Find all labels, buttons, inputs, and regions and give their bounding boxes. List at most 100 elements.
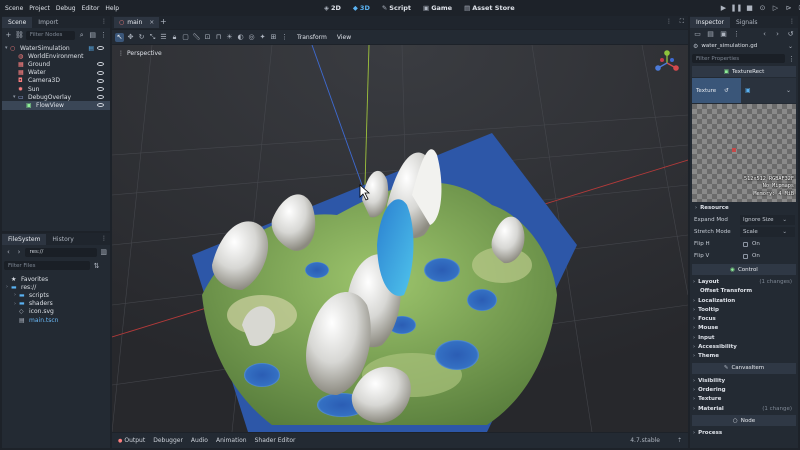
resource-section[interactable]: › Resource xyxy=(692,203,796,212)
tab-filesystem[interactable]: FileSystem xyxy=(2,233,47,245)
more-icon[interactable]: ⋮ xyxy=(280,33,289,42)
local-space-icon[interactable]: ⊡ xyxy=(203,33,212,42)
tab-debugger[interactable]: Debugger xyxy=(153,437,183,444)
inspector-section[interactable]: › Input xyxy=(690,333,798,342)
group-icon[interactable]: ▢ xyxy=(181,33,190,42)
search-icon[interactable]: ⌕ xyxy=(77,31,86,40)
load-resource-icon[interactable]: ▤ xyxy=(706,30,715,39)
inspector-section[interactable]: › Localization xyxy=(690,296,798,305)
forward-icon[interactable]: › xyxy=(15,248,24,257)
filter-nodes-input[interactable]: Filter Nodes xyxy=(25,30,76,40)
file-tree-item[interactable]: › ▬ scripts xyxy=(2,291,110,299)
script-icon[interactable]: ▤ xyxy=(88,45,94,52)
grid-icon[interactable]: ⊞ xyxy=(269,33,278,42)
inspector-section[interactable]: Offset Transform xyxy=(690,287,798,296)
inspector-section[interactable]: › Theme xyxy=(690,352,798,361)
visibility-eye-icon[interactable] xyxy=(97,46,104,51)
dock-menu-icon[interactable]: ⋮ xyxy=(789,18,795,25)
file-tree-item[interactable]: ▤ main.tscn xyxy=(2,316,110,324)
tab-signals[interactable]: Signals xyxy=(730,17,764,28)
viewport-menu[interactable]: ⋮ Perspective xyxy=(118,50,162,57)
file-tree-item[interactable]: ★ Favorites xyxy=(2,275,110,283)
scene-tab-main[interactable]: ○ main × xyxy=(114,17,160,28)
texture-picker[interactable]: ▣ ⌄ xyxy=(741,78,796,103)
ruler-icon[interactable]: 📏︎ xyxy=(192,33,201,42)
workspace-script[interactable]: ✎ Script xyxy=(376,4,417,12)
property-dropdown[interactable]: Ignore Size ⌄ xyxy=(740,215,795,226)
history-forward-icon[interactable]: › xyxy=(773,30,782,39)
path-field[interactable]: res:// xyxy=(25,247,98,257)
history-icon[interactable]: ↺ xyxy=(786,30,795,39)
add-node-icon[interactable]: + xyxy=(4,31,13,40)
snap-icon[interactable]: ⊓ xyxy=(214,33,223,42)
new-resource-icon[interactable]: ▭ xyxy=(693,30,702,39)
gizmo-icon[interactable]: ✦ xyxy=(258,33,267,42)
3d-viewport[interactable]: ⋮ Perspective xyxy=(112,45,688,432)
preview-sun-icon[interactable]: ☀ xyxy=(225,33,234,42)
scene-tree-node[interactable]: ✹ Sun xyxy=(2,85,110,93)
property-dropdown[interactable]: Scale ⌄ xyxy=(740,227,795,238)
remote-debug-icon[interactable]: ⊙ xyxy=(758,4,767,13)
play-custom-icon[interactable]: ⊳ xyxy=(784,4,793,13)
scene-tree-node[interactable]: ◘ Camera3D xyxy=(2,77,110,85)
select-tool-icon[interactable]: ↖ xyxy=(115,32,124,42)
visibility-eye-icon[interactable] xyxy=(97,103,104,108)
workspace-2d[interactable]: ◈ 2D xyxy=(318,4,347,12)
visibility-eye-icon[interactable] xyxy=(97,78,104,83)
filter-files-input[interactable]: Filter Files xyxy=(4,261,90,270)
inspector-section[interactable]: › Ordering xyxy=(690,385,798,394)
split-view-icon[interactable]: ▥ xyxy=(99,248,108,257)
tab-import[interactable]: Import xyxy=(32,17,64,28)
tab-animation[interactable]: Animation xyxy=(216,437,247,444)
scene-tree-node[interactable]: ▾ ▭ DebugOverlay xyxy=(2,93,110,101)
extra-icon[interactable]: ⋮ xyxy=(732,30,741,39)
tools-icon[interactable]: ⋮ xyxy=(787,54,796,63)
visibility-eye-icon[interactable] xyxy=(97,62,104,67)
lock-icon[interactable]: 🔒︎ xyxy=(170,33,179,42)
camera-preview-icon[interactable]: ◎ xyxy=(247,33,256,42)
link-icon[interactable]: ⛓ xyxy=(15,31,24,40)
scale-tool-icon[interactable]: ⤡ xyxy=(148,33,157,42)
file-tree-item[interactable]: › ▬ shaders xyxy=(2,300,110,308)
stop-icon[interactable]: ■ xyxy=(745,4,754,13)
list-select-icon[interactable]: ☰ xyxy=(159,33,168,42)
property-checkbox[interactable]: On xyxy=(740,251,795,261)
preview-env-icon[interactable]: ◐ xyxy=(236,33,245,42)
menu-debug[interactable]: Debug xyxy=(53,5,79,12)
play-icon[interactable]: ▶ xyxy=(719,4,728,13)
move-tool-icon[interactable]: ✥ xyxy=(126,33,135,42)
tab-inspector[interactable]: Inspector xyxy=(690,16,730,28)
expand-panel-icon[interactable]: ⇡ xyxy=(677,437,682,444)
script-attach-icon[interactable]: ▤ xyxy=(88,31,97,40)
dock-menu-icon[interactable]: ⋮ xyxy=(101,18,107,25)
inspector-section[interactable]: › Layout (1 changes) xyxy=(690,277,798,286)
scene-tree-node[interactable]: ▦ Water xyxy=(2,69,110,77)
inspector-section[interactable]: › Texture xyxy=(690,395,798,404)
revert-icon[interactable]: ↺ xyxy=(724,88,729,94)
pause-icon[interactable]: ❚❚ xyxy=(731,4,743,13)
tab-audio[interactable]: Audio xyxy=(191,437,208,444)
tab-output[interactable]: ● Output xyxy=(118,437,145,444)
filter-properties-input[interactable]: Filter Properties xyxy=(692,54,786,63)
inspector-section[interactable]: › Process xyxy=(690,428,798,437)
workspace-game[interactable]: ▣ Game xyxy=(417,4,458,12)
workspace-3d[interactable]: ◆ 3D xyxy=(347,4,376,12)
dock-menu-icon[interactable]: ⋮ xyxy=(101,235,107,242)
inspector-section[interactable]: › Mouse xyxy=(690,324,798,333)
menu-help[interactable]: Help xyxy=(102,5,122,12)
inspector-section[interactable]: › Tooltip xyxy=(690,305,798,314)
property-checkbox[interactable]: On xyxy=(740,239,795,249)
view-menu[interactable]: View xyxy=(337,34,351,41)
inspector-section[interactable]: › Material (1 change) xyxy=(690,404,798,413)
object-selector[interactable]: ⚙ water_simulation.gd ⌄ xyxy=(690,40,798,52)
inspector-section[interactable]: › Visibility xyxy=(690,376,798,385)
file-tree-item[interactable]: › ▬ res:// xyxy=(2,283,110,291)
save-icon[interactable]: ▣ xyxy=(719,30,728,39)
distraction-free-icon[interactable]: ⋮ xyxy=(666,18,672,25)
close-icon[interactable]: × xyxy=(149,19,154,26)
menu-scene[interactable]: Scene xyxy=(2,5,26,12)
back-icon[interactable]: ‹ xyxy=(4,248,13,257)
scene-tree-node[interactable]: ▦ Ground xyxy=(2,60,110,68)
play-scene-icon[interactable]: ▷ xyxy=(771,4,780,13)
visibility-eye-icon[interactable] xyxy=(97,95,104,100)
